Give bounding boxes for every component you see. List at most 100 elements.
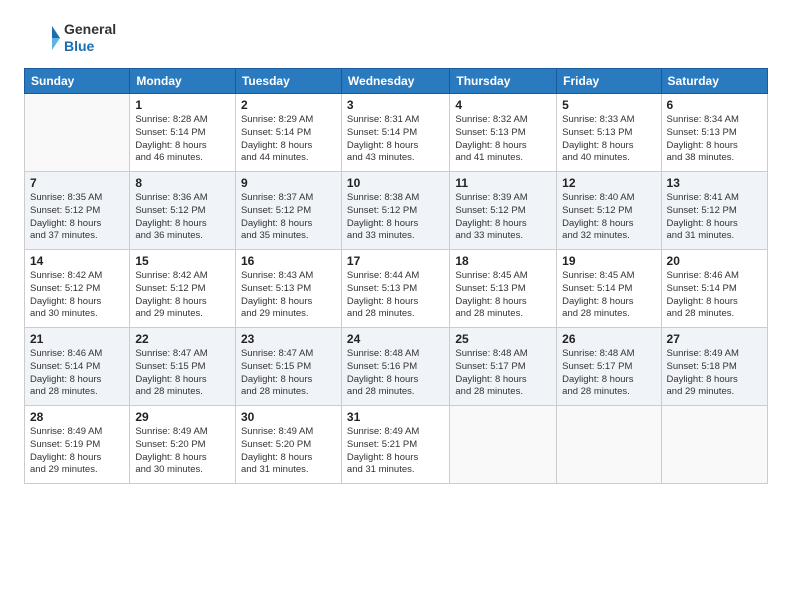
calendar-cell: 11 Sunrise: 8:39 AM Sunset: 5:12 PM Dayli…	[450, 172, 557, 250]
day-number: 7	[30, 176, 124, 190]
calendar-cell: 25Sunrise: 8:48 AM Sunset: 5:17 PM Dayli…	[450, 328, 557, 406]
calendar-week-4: 28Sunrise: 8:49 AM Sunset: 5:19 PM Dayli…	[25, 406, 768, 484]
day-info: Sunrise: 8:34 AM Sunset: 5:13 PM Dayligh…	[667, 114, 762, 165]
calendar-cell: 31 Sunrise: 8:49 AM Sunset: 5:21 PM Dayli…	[341, 406, 449, 484]
day-info: Sunrise: 8:35 AM Sunset: 5:12 PM Dayligh…	[30, 192, 124, 243]
calendar-cell: 20 Sunrise: 8:46 AM Sunset: 5:14 PM Dayli…	[661, 250, 767, 328]
calendar-cell: 8 Sunrise: 8:36 AM Sunset: 5:12 PM Daylig…	[130, 172, 236, 250]
header: GeneralBlue	[24, 20, 768, 56]
day-number: 15	[135, 254, 230, 268]
day-number: 4	[455, 98, 551, 112]
day-info: Sunrise: 8:40 AM Sunset: 5:12 PM Dayligh…	[562, 192, 655, 243]
day-number: 23	[241, 332, 336, 346]
day-info: Sunrise: 8:33 AM Sunset: 5:13 PM Dayligh…	[562, 114, 655, 165]
day-number: 12	[562, 176, 655, 190]
day-number: 14	[30, 254, 124, 268]
day-info: Sunrise: 8:49 AM Sunset: 5:18 PM Dayligh…	[667, 348, 762, 399]
day-number: 2	[241, 98, 336, 112]
day-number: 6	[667, 98, 762, 112]
day-info: Sunrise: 8:42 AM Sunset: 5:12 PM Dayligh…	[30, 270, 124, 321]
day-info: Sunrise: 8:46 AM Sunset: 5:14 PM Dayligh…	[667, 270, 762, 321]
calendar-week-2: 14 Sunrise: 8:42 AM Sunset: 5:12 PM Dayli…	[25, 250, 768, 328]
day-info: Sunrise: 8:48 AM Sunset: 5:17 PM Dayligh…	[455, 348, 551, 399]
calendar-cell: 2 Sunrise: 8:29 AM Sunset: 5:14 PM Daylig…	[235, 94, 341, 172]
logo-icon	[24, 20, 60, 56]
day-info: Sunrise: 8:36 AM Sunset: 5:12 PM Dayligh…	[135, 192, 230, 243]
day-info: Sunrise: 8:47 AM Sunset: 5:15 PM Dayligh…	[241, 348, 336, 399]
calendar-cell: 15 Sunrise: 8:42 AM Sunset: 5:12 PM Dayli…	[130, 250, 236, 328]
calendar-cell: 3Sunrise: 8:31 AM Sunset: 5:14 PM Daylig…	[341, 94, 449, 172]
calendar-cell: 21 Sunrise: 8:46 AM Sunset: 5:14 PM Dayli…	[25, 328, 130, 406]
weekday-sunday: Sunday	[25, 69, 130, 94]
calendar-cell: 6 Sunrise: 8:34 AM Sunset: 5:13 PM Daylig…	[661, 94, 767, 172]
calendar-cell: 28Sunrise: 8:49 AM Sunset: 5:19 PM Dayli…	[25, 406, 130, 484]
calendar-week-1: 7 Sunrise: 8:35 AM Sunset: 5:12 PM Daylig…	[25, 172, 768, 250]
calendar-cell: 26Sunrise: 8:48 AM Sunset: 5:17 PM Dayli…	[557, 328, 661, 406]
day-number: 21	[30, 332, 124, 346]
calendar-cell: 29 Sunrise: 8:49 AM Sunset: 5:20 PM Dayli…	[130, 406, 236, 484]
day-info: Sunrise: 8:32 AM Sunset: 5:13 PM Dayligh…	[455, 114, 551, 165]
day-info: Sunrise: 8:28 AM Sunset: 5:14 PM Dayligh…	[135, 114, 230, 165]
weekday-thursday: Thursday	[450, 69, 557, 94]
day-number: 17	[347, 254, 444, 268]
day-info: Sunrise: 8:45 AM Sunset: 5:13 PM Dayligh…	[455, 270, 551, 321]
day-number: 13	[667, 176, 762, 190]
calendar-cell: 19Sunrise: 8:45 AM Sunset: 5:14 PM Dayli…	[557, 250, 661, 328]
calendar-cell: 18Sunrise: 8:45 AM Sunset: 5:13 PM Dayli…	[450, 250, 557, 328]
calendar-cell: 13 Sunrise: 8:41 AM Sunset: 5:12 PM Dayli…	[661, 172, 767, 250]
day-number: 16	[241, 254, 336, 268]
day-number: 19	[562, 254, 655, 268]
day-info: Sunrise: 8:38 AM Sunset: 5:12 PM Dayligh…	[347, 192, 444, 243]
calendar-cell: 1 Sunrise: 8:28 AM Sunset: 5:14 PM Daylig…	[130, 94, 236, 172]
day-number: 22	[135, 332, 230, 346]
calendar-cell	[661, 406, 767, 484]
day-info: Sunrise: 8:29 AM Sunset: 5:14 PM Dayligh…	[241, 114, 336, 165]
logo-text-block: GeneralBlue	[64, 21, 116, 55]
page: GeneralBlue SundayMondayTuesdayWednesday…	[0, 0, 792, 612]
calendar-cell	[557, 406, 661, 484]
calendar-header: SundayMondayTuesdayWednesdayThursdayFrid…	[25, 69, 768, 94]
day-number: 31	[347, 410, 444, 424]
day-info: Sunrise: 8:43 AM Sunset: 5:13 PM Dayligh…	[241, 270, 336, 321]
weekday-friday: Friday	[557, 69, 661, 94]
day-info: Sunrise: 8:42 AM Sunset: 5:12 PM Dayligh…	[135, 270, 230, 321]
calendar-cell: 30 Sunrise: 8:49 AM Sunset: 5:20 PM Dayli…	[235, 406, 341, 484]
calendar-cell: 23 Sunrise: 8:47 AM Sunset: 5:15 PM Dayli…	[235, 328, 341, 406]
day-number: 9	[241, 176, 336, 190]
day-info: Sunrise: 8:39 AM Sunset: 5:12 PM Dayligh…	[455, 192, 551, 243]
day-info: Sunrise: 8:41 AM Sunset: 5:12 PM Dayligh…	[667, 192, 762, 243]
weekday-header-row: SundayMondayTuesdayWednesdayThursdayFrid…	[25, 69, 768, 94]
day-number: 1	[135, 98, 230, 112]
day-info: Sunrise: 8:49 AM Sunset: 5:21 PM Dayligh…	[347, 426, 444, 477]
day-number: 3	[347, 98, 444, 112]
day-number: 10	[347, 176, 444, 190]
calendar-cell: 22 Sunrise: 8:47 AM Sunset: 5:15 PM Dayli…	[130, 328, 236, 406]
calendar-week-0: 1 Sunrise: 8:28 AM Sunset: 5:14 PM Daylig…	[25, 94, 768, 172]
weekday-wednesday: Wednesday	[341, 69, 449, 94]
calendar-cell: 14 Sunrise: 8:42 AM Sunset: 5:12 PM Dayli…	[25, 250, 130, 328]
day-number: 29	[135, 410, 230, 424]
day-number: 11	[455, 176, 551, 190]
logo: GeneralBlue	[24, 20, 116, 56]
day-info: Sunrise: 8:49 AM Sunset: 5:20 PM Dayligh…	[135, 426, 230, 477]
calendar-body: 1 Sunrise: 8:28 AM Sunset: 5:14 PM Daylig…	[25, 94, 768, 484]
day-number: 8	[135, 176, 230, 190]
day-info: Sunrise: 8:37 AM Sunset: 5:12 PM Dayligh…	[241, 192, 336, 243]
day-number: 20	[667, 254, 762, 268]
day-info: Sunrise: 8:44 AM Sunset: 5:13 PM Dayligh…	[347, 270, 444, 321]
calendar-cell: 5 Sunrise: 8:33 AM Sunset: 5:13 PM Daylig…	[557, 94, 661, 172]
day-info: Sunrise: 8:49 AM Sunset: 5:20 PM Dayligh…	[241, 426, 336, 477]
day-info: Sunrise: 8:47 AM Sunset: 5:15 PM Dayligh…	[135, 348, 230, 399]
calendar-cell: 27 Sunrise: 8:49 AM Sunset: 5:18 PM Dayli…	[661, 328, 767, 406]
weekday-tuesday: Tuesday	[235, 69, 341, 94]
day-number: 30	[241, 410, 336, 424]
logo-blue: Blue	[64, 38, 116, 55]
calendar-cell	[450, 406, 557, 484]
calendar-cell: 17 Sunrise: 8:44 AM Sunset: 5:13 PM Dayli…	[341, 250, 449, 328]
calendar: SundayMondayTuesdayWednesdayThursdayFrid…	[24, 68, 768, 484]
day-info: Sunrise: 8:46 AM Sunset: 5:14 PM Dayligh…	[30, 348, 124, 399]
day-number: 5	[562, 98, 655, 112]
day-info: Sunrise: 8:48 AM Sunset: 5:17 PM Dayligh…	[562, 348, 655, 399]
day-info: Sunrise: 8:48 AM Sunset: 5:16 PM Dayligh…	[347, 348, 444, 399]
day-number: 27	[667, 332, 762, 346]
